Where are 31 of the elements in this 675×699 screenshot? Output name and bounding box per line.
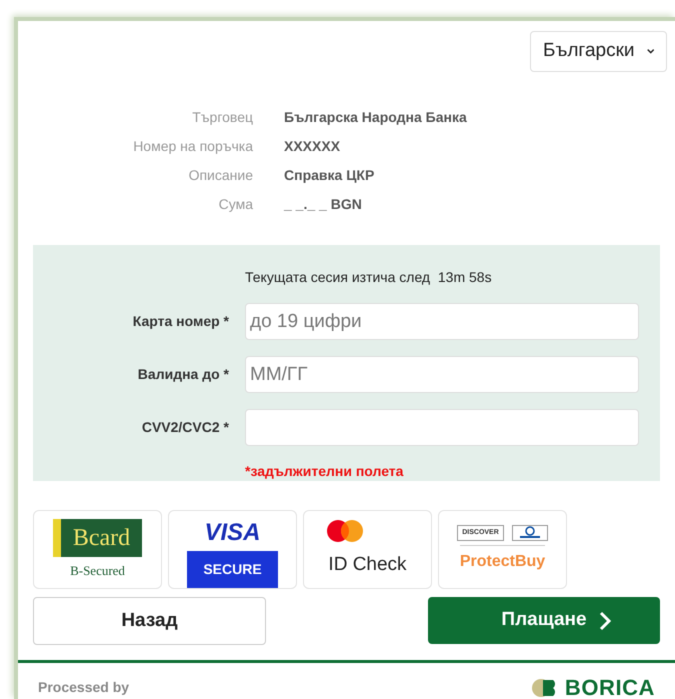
field-label: CVV2/CVC2 *	[142, 418, 229, 434]
required-fields-note: *задължителни полета	[245, 463, 404, 479]
field-label: Валидна до *	[138, 366, 229, 382]
card-network-icon	[512, 524, 548, 541]
overlapping-circles-icon	[326, 519, 364, 544]
detail-label: Описание	[188, 167, 253, 183]
visa-logo: VISA	[204, 519, 260, 547]
logo-caption: B-Secured	[70, 562, 125, 580]
input-field[interactable]: до 19 цифри	[245, 303, 639, 340]
processed-by-text: Processed by	[38, 678, 130, 697]
detail-label: Номер на поръчка	[133, 138, 253, 154]
detail-value: Българска Народна Банка	[284, 109, 467, 125]
session-timer-text: Текущата сесия изтича след 13m 58s	[245, 269, 492, 285]
chevron-right-icon	[598, 610, 611, 630]
logo-caption: ID Check	[328, 553, 407, 578]
secure-badge: SECURE	[187, 551, 278, 588]
input-field[interactable]	[245, 409, 639, 446]
back-button[interactable]: Назад	[33, 597, 266, 645]
detail-label: Търговец	[192, 109, 253, 125]
chevron-down-icon	[646, 48, 654, 55]
pay-button[interactable]: Плащане	[428, 597, 660, 644]
borica-logo: BORICA	[530, 671, 655, 699]
input-field[interactable]: ММ/ГГ	[245, 356, 639, 393]
language-select[interactable]: Български	[530, 31, 667, 72]
detail-value: XXXXXX	[284, 138, 340, 154]
bcard-logo: Bcard	[52, 518, 142, 557]
protectbuy-logo: ProtectBuy	[460, 545, 546, 574]
detail-value: _ _._ _ BGN	[284, 196, 362, 212]
detail-value: Справка ЦКР	[284, 167, 374, 183]
field-label: Карта номер *	[132, 312, 229, 328]
detail-label: Сума	[218, 196, 253, 212]
